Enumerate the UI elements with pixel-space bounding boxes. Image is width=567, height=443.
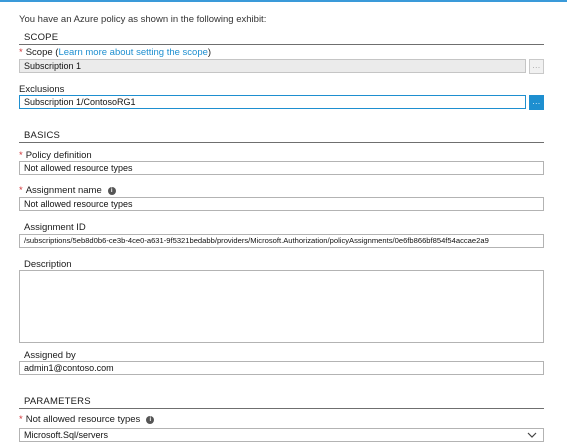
assigned-by-label: Assigned by — [24, 350, 76, 361]
description-label: Description — [24, 259, 72, 270]
scope-field[interactable]: Subscription 1 — [19, 59, 526, 73]
exclusions-label: Exclusions — [19, 84, 65, 95]
scope-label: * Scope ( Learn more about setting the s… — [19, 47, 211, 58]
exclusions-field[interactable]: Subscription 1/ContosoRG1 — [19, 95, 526, 109]
scope-learn-more-link[interactable]: Learn more about setting the scope — [58, 47, 207, 58]
scope-label-text: Scope ( — [25, 47, 59, 58]
required-marker: * — [19, 150, 23, 161]
parameters-divider — [19, 408, 544, 409]
policy-definition-label-text: Policy definition — [25, 150, 92, 161]
basics-divider — [19, 142, 544, 143]
resource-types-value: Microsoft.Sql/servers — [24, 430, 109, 440]
assignment-id-field[interactable]: /subscriptions/5eb8d0b6-ce3b-4ce0-a631-9… — [19, 234, 544, 248]
scope-heading: SCOPE — [24, 32, 59, 43]
resource-types-label-text: Not allowed resource types — [25, 414, 141, 425]
assignment-name-field[interactable]: Not allowed resource types — [19, 197, 544, 211]
required-marker: * — [19, 185, 23, 196]
parameters-heading: PARAMETERS — [24, 396, 91, 407]
scope-browse-button[interactable]: ... — [529, 59, 544, 74]
required-marker: * — [19, 414, 23, 425]
assignment-name-label: * Assignment name i — [19, 185, 116, 196]
info-icon[interactable]: i — [146, 415, 155, 424]
exclusions-browse-button[interactable]: ... — [529, 95, 544, 110]
description-textarea[interactable] — [19, 270, 544, 343]
required-marker: * — [19, 47, 23, 58]
assignment-id-label: Assignment ID — [24, 222, 86, 233]
top-accent-line — [0, 0, 567, 2]
intro-text: You have an Azure policy as shown in the… — [19, 14, 267, 25]
assigned-by-field[interactable]: admin1@contoso.com — [19, 361, 544, 375]
scope-divider — [19, 44, 544, 45]
chevron-down-icon — [527, 432, 537, 438]
resource-types-dropdown[interactable]: Microsoft.Sql/servers — [19, 428, 544, 442]
info-icon[interactable]: i — [107, 186, 116, 195]
resource-types-label: * Not allowed resource types i — [19, 414, 155, 425]
scope-label-end: ) — [207, 47, 212, 58]
assignment-name-label-text: Assignment name — [25, 185, 102, 196]
policy-definition-field[interactable]: Not allowed resource types — [19, 161, 544, 175]
basics-heading: BASICS — [24, 130, 61, 141]
policy-definition-label: * Policy definition — [19, 150, 92, 161]
